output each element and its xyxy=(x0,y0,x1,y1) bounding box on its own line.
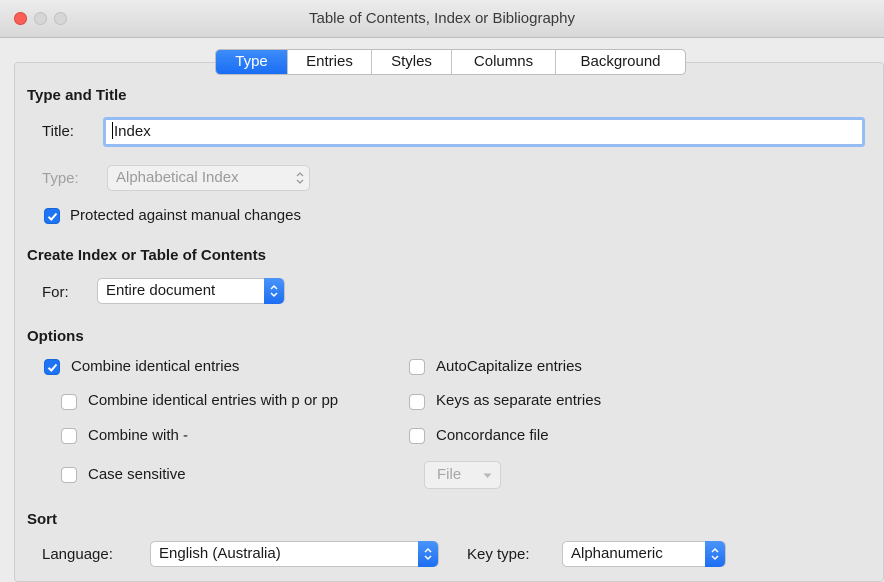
keys-separate-checkbox[interactable] xyxy=(409,394,425,410)
language-select-value: English (Australia) xyxy=(159,545,281,562)
autocapitalize-label: AutoCapitalize entries xyxy=(436,358,582,375)
case-sensitive-label: Case sensitive xyxy=(88,466,186,483)
type-label: Type: xyxy=(42,170,79,187)
language-select[interactable]: English (Australia) xyxy=(150,541,439,567)
combine-p-pp-label: Combine identical entries with p or pp xyxy=(88,392,339,409)
tab-background[interactable]: Background xyxy=(556,50,685,74)
title-input[interactable]: Index xyxy=(103,117,865,147)
key-type-select[interactable]: Alphanumeric xyxy=(562,541,726,567)
concordance-checkbox[interactable] xyxy=(409,428,425,444)
for-label: For: xyxy=(42,284,69,301)
tab-columns[interactable]: Columns xyxy=(452,50,556,74)
title-label: Title: xyxy=(42,123,74,140)
chevron-updown-icon xyxy=(270,284,278,298)
window-titlebar: Table of Contents, Index or Bibliography xyxy=(0,0,884,38)
window-title: Table of Contents, Index or Bibliography xyxy=(309,10,575,27)
autocapitalize-checkbox[interactable] xyxy=(409,359,425,375)
language-label: Language: xyxy=(42,546,113,563)
combine-with-checkbox[interactable] xyxy=(61,428,77,444)
key-type-select-stepper xyxy=(705,541,725,567)
chevron-updown-icon xyxy=(711,547,719,561)
type-select-value: Alphabetical Index xyxy=(116,169,239,186)
checkmark-icon xyxy=(47,212,58,221)
combine-with-label: Combine with - xyxy=(88,427,189,444)
language-select-stepper xyxy=(418,541,438,567)
checkmark-icon xyxy=(47,363,58,372)
for-select[interactable]: Entire document xyxy=(97,278,285,304)
combine-p-pp-checkbox[interactable] xyxy=(61,394,77,410)
for-select-stepper xyxy=(264,278,284,304)
type-select: Alphabetical Index xyxy=(107,165,310,191)
protected-label: Protected against manual changes xyxy=(70,207,301,224)
file-button: File xyxy=(424,461,501,489)
options-heading: Options xyxy=(27,328,84,345)
tab-type[interactable]: Type xyxy=(216,50,288,74)
concordance-label: Concordance file xyxy=(436,427,549,444)
combine-identical-checkbox[interactable] xyxy=(44,359,60,375)
file-button-label: File xyxy=(437,466,462,483)
text-caret xyxy=(112,122,113,139)
sort-heading: Sort xyxy=(27,511,57,528)
key-type-select-value: Alphanumeric xyxy=(571,545,663,562)
tab-entries[interactable]: Entries xyxy=(288,50,372,74)
combine-identical-label: Combine identical entries xyxy=(71,358,240,375)
key-type-label: Key type: xyxy=(467,546,530,563)
keys-separate-label: Keys as separate entries xyxy=(436,392,602,409)
for-select-value: Entire document xyxy=(106,282,216,299)
dropdown-arrow-icon xyxy=(483,473,492,478)
type-and-title-heading: Type and Title xyxy=(27,87,127,104)
case-sensitive-checkbox[interactable] xyxy=(61,467,77,483)
chevron-updown-icon xyxy=(296,172,304,184)
protected-checkbox[interactable] xyxy=(44,208,60,224)
title-input-value: Index xyxy=(114,123,151,140)
create-heading: Create Index or Table of Contents xyxy=(27,247,266,264)
chevron-updown-icon xyxy=(424,547,432,561)
tab-styles[interactable]: Styles xyxy=(372,50,452,74)
tab-bar: Type Entries Styles Columns Background xyxy=(215,49,686,75)
